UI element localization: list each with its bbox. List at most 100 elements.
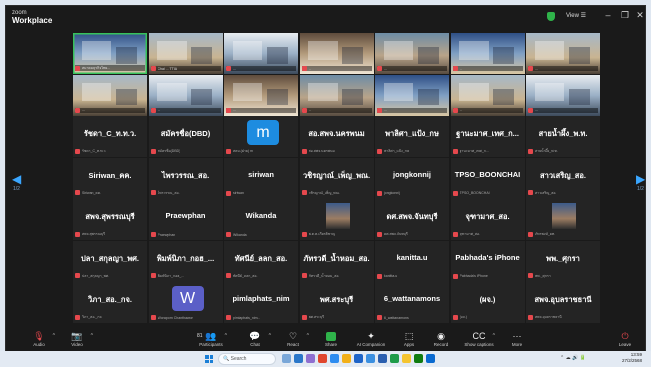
app-icon-blue[interactable] <box>426 354 435 363</box>
video-button[interactable]: 📷 Video ^ <box>58 331 96 348</box>
participant-tile[interactable]: siriwan siriwan <box>224 157 298 199</box>
participant-tile[interactable]: พิมพ์นิภา_กอฮ_... พิมพ์นิภา_กอฮ_... <box>148 240 223 282</box>
participant-video-tile[interactable]: ... <box>224 74 298 116</box>
participant-label: วิภา_สอ._กจ. <box>82 315 103 319</box>
word-icon[interactable] <box>354 354 363 363</box>
participant-tile[interactable]: ภัทรวดี_น้ำหอม_สอ. ภัทรวดี_น้ำหอม_สอ. <box>299 240 374 282</box>
participant-tile[interactable]: สมัครชื่อ(DBD) สมัครชื่อ(DBD) <box>148 116 223 157</box>
view-button[interactable]: View ☰ <box>563 11 589 22</box>
participants-button[interactable]: 👥 81 Participants ^ <box>192 331 230 348</box>
video-scene <box>232 41 263 60</box>
chevron-up-icon[interactable]: ^ <box>91 333 93 339</box>
participant-video-tile[interactable]: ... <box>526 74 600 116</box>
participant-tile[interactable]: ปลา_สกุลญา_พศ. ปลา_สกุลญา_พศ. <box>73 240 147 282</box>
chevron-up-icon[interactable]: ^ <box>53 333 55 339</box>
participant-video-tile[interactable]: Chai ... TTIA <box>148 33 223 74</box>
participant-tile[interactable]: สพจ.อุบลราชธานี สพจ.อุบลราชธานี <box>526 282 600 323</box>
leave-button[interactable]: ⏻ Leave <box>606 331 644 348</box>
participant-tile[interactable]: Wikanda Wikanda <box>224 199 298 240</box>
participant-tile[interactable]: Siriwan_คค. Siriwan_คค. <box>73 157 147 199</box>
outlook-icon[interactable] <box>366 354 375 363</box>
participant-video-tile[interactable]: ... <box>526 33 600 74</box>
participant-tile[interactable]: รัชดา_C_ท.ท.ว. รัชดา_C_ท.ท.ว. <box>73 116 147 157</box>
participant-tile[interactable]: pimlaphats_nim pimlaphats_nim... <box>224 282 298 323</box>
taskbar-clock[interactable]: 13:59 27/2/2568 <box>622 352 642 364</box>
participant-tile[interactable]: W Woraporn Chanthawon <box>148 282 223 323</box>
participant-label: Siriwan_คค. <box>82 190 102 195</box>
participant-tile[interactable]: Praewphan Praewphan <box>148 199 223 240</box>
app-icon-green[interactable] <box>414 354 423 363</box>
participant-tile[interactable]: jongkonnij jongkonnij <box>375 157 449 199</box>
participant-video-tile[interactable]: ... <box>148 74 223 116</box>
participant-tile[interactable]: m สคบ.(ฝ่าย) m <box>224 116 298 157</box>
participant-tile[interactable]: สายน้ำผึ้ง_พ.ท. สายน้ำผึ้ง_พ.ท. <box>526 116 600 157</box>
participant-name-strip: ... <box>377 107 447 113</box>
task-view-icon[interactable] <box>282 354 291 363</box>
chevron-up-icon[interactable]: ^ <box>269 333 271 339</box>
participant-video-tile[interactable]: ... <box>450 74 525 116</box>
zoom-taskbar-icon[interactable] <box>378 354 387 363</box>
participant-tile[interactable]: สอ.สพจ.นครพนม สอ.สพจ.นครพนม <box>299 116 374 157</box>
minimize-icon[interactable]: – <box>602 10 614 20</box>
participant-name-strip: สพจ.อุบลราชธานี <box>528 314 598 320</box>
participant-tile[interactable]: ดศ.สพจ.จันทบุรี ดศ.สพจ.จันทบุรี <box>375 199 449 240</box>
chevron-up-icon[interactable]: ^ <box>225 333 227 339</box>
participant-tile[interactable]: (ผจ.) (ผจ.) <box>450 282 525 323</box>
participant-video-tile[interactable]: ... <box>299 74 374 116</box>
participant-video-tile[interactable]: ... <box>375 74 449 116</box>
participant-tile[interactable]: ไพรวรรณ_สอ. ไพรวรรณ_สอ. <box>148 157 223 199</box>
participant-display-name: ฐานะมาศ_เทศ_ก... <box>456 129 519 138</box>
chrome-icon[interactable] <box>330 354 339 363</box>
tray-icons[interactable]: ⌃ ☁ 🔊 🔋 <box>560 355 586 361</box>
windows-start-icon[interactable] <box>205 355 213 363</box>
react-button[interactable]: ♡ React ^ <box>274 331 312 348</box>
participant-tile[interactable]: ฐานะมาศ_เทศ_ก... ฐานะมาศ_เทศ_ก... <box>450 116 525 157</box>
participant-tile[interactable]: ภัทรพงษ์_ยท. <box>526 199 600 240</box>
participant-label: ... <box>384 108 387 112</box>
participant-tile[interactable]: พาลิศา_แป้ง_กษ พาลิศา_แป้ง_กษ <box>375 116 449 157</box>
participant-video-tile[interactable]: ... <box>299 33 374 74</box>
close-icon[interactable]: ✕ <box>634 10 646 21</box>
edge-icon[interactable] <box>294 354 303 363</box>
participant-tile[interactable]: พ.ต.ต.เกียรติชาญ <box>299 199 374 240</box>
chevron-up-icon[interactable]: ^ <box>493 333 495 339</box>
participant-video-tile[interactable]: สมาคมธุรกิจไทย... <box>73 33 147 74</box>
prev-page-arrow-icon[interactable]: ◀ <box>12 172 21 186</box>
teams-icon[interactable] <box>306 354 315 363</box>
chevron-up-icon[interactable]: ^ <box>307 333 309 339</box>
app-icon-red[interactable] <box>318 354 327 363</box>
more-button[interactable]: ··· More <box>498 331 536 348</box>
app-icon-yellow[interactable] <box>342 354 351 363</box>
captions-button[interactable]: CC Show captions ^ <box>460 331 498 348</box>
participant-tile[interactable]: ทัศนีย์_ลลก_สอ. ทัศนีย์_ลลก_สอ. <box>224 240 298 282</box>
restore-icon[interactable]: ❐ <box>619 10 631 21</box>
file-explorer-icon[interactable] <box>402 354 411 363</box>
participant-tile[interactable]: 6_wattanamons 6_wattanamons <box>375 282 449 323</box>
participant-tile[interactable]: kanitta.u kanitta.u <box>375 240 449 282</box>
share-button[interactable]: Share <box>312 331 350 348</box>
participant-video-tile[interactable]: ... <box>450 33 525 74</box>
excel-icon[interactable] <box>390 354 399 363</box>
ai-button[interactable]: ✦ AI Companion <box>352 331 390 348</box>
participant-video-tile[interactable]: ... <box>375 33 449 74</box>
mic-muted-icon <box>528 231 533 237</box>
participant-tile[interactable]: พศ.สระบุรี พศ.สระบุรี <box>299 282 374 323</box>
participant-tile[interactable]: พพ._ศุกรา พพ._ศุกรา <box>526 240 600 282</box>
participant-video-tile[interactable]: ... <box>224 33 298 74</box>
participant-tile[interactable]: วิภา_สอ._กจ. วิภา_สอ._กจ. <box>73 282 147 323</box>
taskbar-search[interactable]: 🔍 Search <box>218 353 276 365</box>
participant-tile[interactable]: TPSO_BOONCHAI TPSO_BOONCHAI <box>450 157 525 199</box>
chat-button[interactable]: 💬 Chat ^ <box>236 331 274 348</box>
participant-tile[interactable]: สพจ.สุพรรณบุรี สพจ.สุพรรณบุรี <box>73 199 147 240</box>
participant-tile[interactable]: Pabhada's iPhone Pabhada's iPhone <box>450 240 525 282</box>
participant-tile[interactable]: สาวเสริญ_สอ. สาวเสริญ_สอ. <box>526 157 600 199</box>
encryption-shield-icon[interactable] <box>547 12 555 21</box>
record-button[interactable]: ◉ Record <box>422 331 460 348</box>
participant-tile[interactable]: จุฑามาศ_สอ. จุฑามาศ_สอ. <box>450 199 525 240</box>
participant-tile[interactable]: วชิรญาณ์_เพ็ญ_พณ. วชิรญาณ์_เพ็ญ_พณ. <box>299 157 374 199</box>
next-page-arrow-icon[interactable]: ▶ <box>636 172 645 186</box>
participant-video-tile[interactable]: ... <box>73 74 147 116</box>
participant-name-strip: สมาคมธุรกิจไทย... <box>75 65 145 71</box>
mic-muted-icon <box>528 273 533 278</box>
audio-button[interactable]: 🎙 Audio ^ <box>20 331 58 348</box>
